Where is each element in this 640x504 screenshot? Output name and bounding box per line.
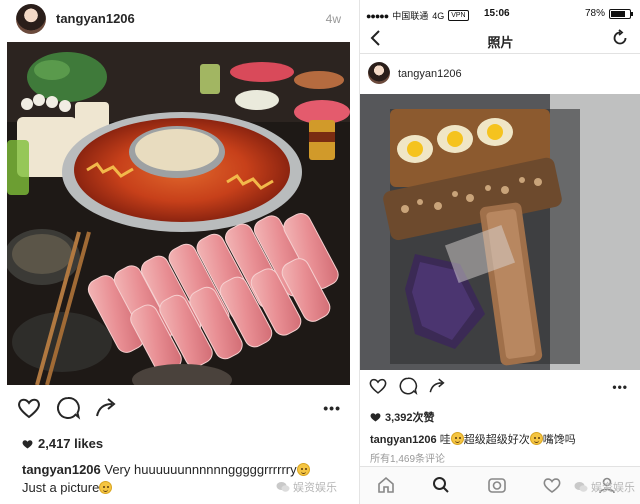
nav-bar: 照片 (360, 24, 640, 54)
post-username[interactable]: tangyan1206 (398, 68, 462, 80)
more-icon[interactable]: ••• (612, 381, 628, 393)
watermark-text: 娱资娱乐 (591, 482, 635, 494)
caption-text: Very huuuuuunnnnnngggggrrrrrry (100, 462, 297, 477)
post-header: tangyan1206 4w (0, 0, 357, 38)
home-icon[interactable] (376, 475, 396, 495)
comment-icon[interactable] (398, 376, 418, 396)
search-icon[interactable] (431, 475, 451, 495)
battery-percent: 78% (584, 8, 605, 19)
post-actions: ••• (16, 395, 341, 421)
caption-line2: Just a picture (22, 480, 100, 495)
share-icon[interactable] (94, 395, 120, 421)
view-all-comments[interactable]: 所有1,469条评论 (370, 450, 445, 465)
instagram-post: tangyan1206 4w ••• 2,417 likes tangyan12… (0, 0, 357, 504)
battery-icon (609, 8, 633, 19)
refresh-icon[interactable] (611, 29, 629, 47)
heart-icon[interactable] (368, 376, 388, 396)
more-icon[interactable]: ••• (323, 401, 341, 415)
network: 4G (432, 10, 445, 21)
vpn-badge: VPN (448, 10, 469, 21)
watermark-text: 娱资娱乐 (293, 482, 337, 494)
wechat-icon (276, 482, 290, 492)
share-icon[interactable] (428, 376, 448, 396)
post-caption: tangyan1206 哇超级超级好次 嘴馋吗 (370, 431, 636, 447)
post-username[interactable]: tangyan1206 (56, 11, 135, 26)
caption-username[interactable]: tangyan1206 (370, 434, 437, 446)
watermark: 娱资娱乐 (574, 479, 635, 495)
avatar[interactable] (368, 62, 390, 84)
signal-icon: ●●●●● (366, 10, 389, 21)
status-bar: ●●●●● 中国联通 4G VPN 15:06 78% (360, 6, 640, 22)
emoji-icon (450, 432, 464, 445)
post-timestamp: 4w (325, 12, 341, 26)
heart-small-icon (370, 413, 381, 422)
hotpot-photo[interactable] (7, 42, 350, 385)
status-time: 15:06 (484, 8, 510, 19)
likes-text: 2,417 likes (38, 436, 104, 451)
camera-icon[interactable] (487, 475, 507, 495)
carrier: 中国联通 (392, 11, 429, 21)
likes-count[interactable]: 3,392次赞 (370, 409, 435, 425)
heart-icon[interactable] (16, 395, 42, 421)
post-actions: ••• (368, 376, 628, 398)
phone-screenshot: ●●●●● 中国联通 4G VPN 15:06 78% 照片 tangyan12… (359, 0, 640, 504)
watermark: 娱资娱乐 (276, 479, 337, 495)
caption-text-2: 超级超级好次 (463, 434, 530, 446)
likes-count[interactable]: 2,417 likes (22, 436, 103, 451)
wechat-icon (574, 482, 588, 492)
likes-text: 3,392次赞 (385, 412, 435, 424)
caption-text: 哇 (436, 434, 451, 446)
caption-username[interactable]: tangyan1206 (22, 462, 101, 477)
emoji-icon (296, 463, 310, 476)
avatar[interactable] (16, 4, 46, 34)
nav-title: 照片 (487, 35, 514, 50)
comment-icon[interactable] (55, 395, 81, 421)
heart-icon[interactable] (542, 475, 562, 495)
heart-small-icon (22, 439, 33, 449)
caption-text-3: 嘴馋吗 (542, 434, 576, 446)
emoji-icon (529, 432, 543, 445)
dessert-photo[interactable] (360, 94, 640, 370)
emoji-icon (99, 481, 113, 494)
